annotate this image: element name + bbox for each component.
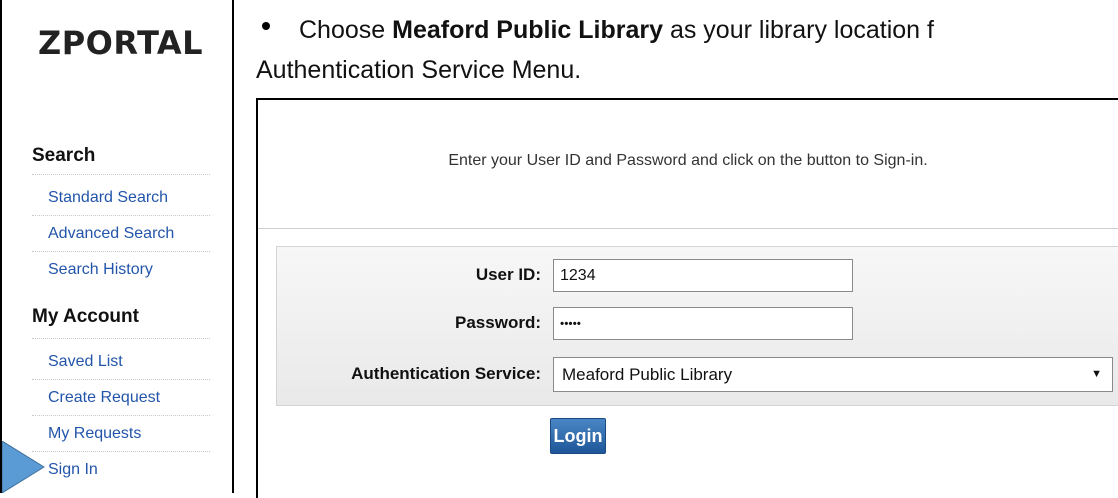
instruction-text: Choose Meaford Public Library as your li… [256,10,1118,90]
sidebar: ZPORTAL Search Standard Search Advanced … [0,0,234,493]
nav-link-advanced-search[interactable]: Advanced Search [32,216,210,252]
pointer-arrow-icon [2,441,45,493]
nav-divider [32,338,210,339]
login-panel: Enter your User ID and Password and clic… [256,98,1118,498]
signin-message: Enter your User ID and Password and clic… [448,152,928,169]
password-input[interactable]: ••••• [553,307,853,340]
user-id-input[interactable]: 1234 [553,259,853,292]
password-label: Password: [455,313,541,332]
nav-link-sign-in[interactable]: Sign In [32,452,210,488]
nav-link-standard-search[interactable]: Standard Search [32,180,210,216]
nav-link-create-request[interactable]: Create Request [32,380,210,416]
nav-link-saved-list[interactable]: Saved List [32,344,210,380]
my-account-heading: My Account [32,306,139,327]
password-value: ••••• [560,316,582,331]
instruction-line-1: Choose Meaford Public Library as your li… [299,10,1118,50]
user-id-label: User ID: [475,265,541,284]
nav-link-my-requests[interactable]: My Requests [32,416,210,452]
instruction-library-name: Meaford Public Library [392,16,664,44]
search-heading: Search [32,145,96,166]
dropdown-arrow-icon: ▼ [1091,368,1102,380]
login-button[interactable]: Login [550,418,606,454]
auth-service-value: Meaford Public Library [562,365,733,384]
login-form: User ID: 1234 Password: ••••• Authentica… [276,246,1118,406]
zportal-logo: ZPORTAL [38,24,204,62]
panel-divider [258,228,1118,229]
instruction-choose: Choose [299,16,393,44]
auth-service-select[interactable]: Meaford Public Library ▼ [553,357,1113,392]
instruction-rest: as your library location f [663,16,934,44]
nav-divider [32,174,210,175]
instruction-line-2: Authentication Service Menu. [256,56,582,84]
auth-service-label: Authentication Service: [351,364,541,383]
nav-link-search-history[interactable]: Search History [32,252,210,288]
bullet-icon [262,22,270,30]
